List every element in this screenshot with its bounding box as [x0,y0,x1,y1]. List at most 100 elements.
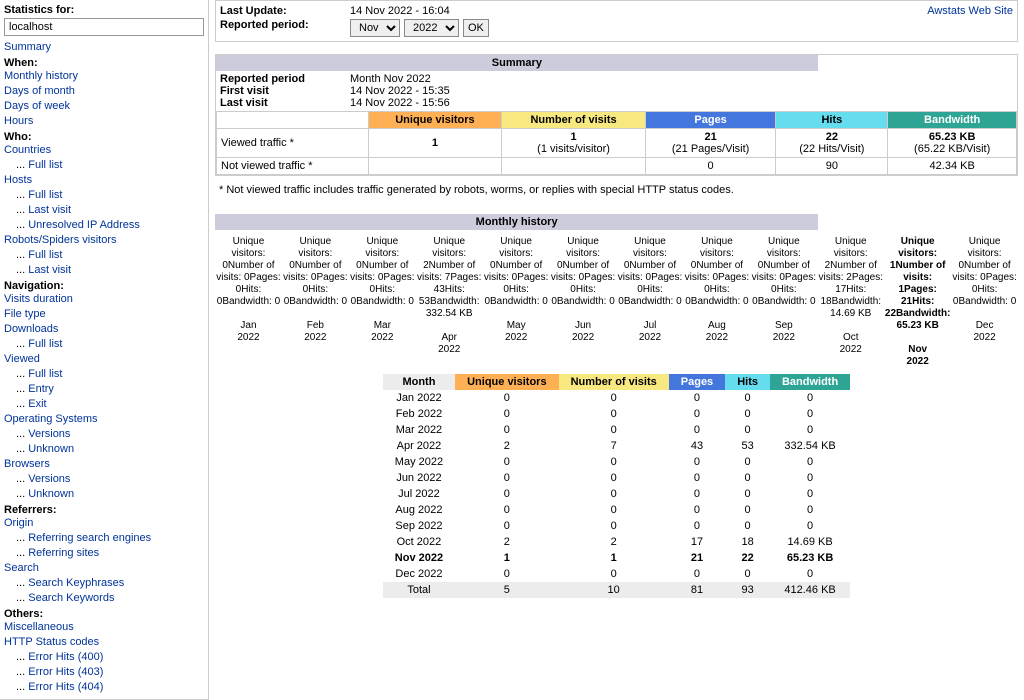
mt-total-row: Total 5 10 81 93 412.46 KB [383,582,850,598]
mt-hdr-pg: Pages [669,374,725,390]
sidebar-item-search-keyphrases[interactable]: Search Keyphrases [28,577,124,589]
sidebar-item-robots-full[interactable]: Full list [28,249,62,261]
month-col: Unique visitors: 0Number of visits: 0Pag… [951,236,1018,368]
sidebar-item-ref-sites[interactable]: Referring sites [28,547,99,559]
sidebar-item-misc[interactable]: Miscellaneous [4,621,74,633]
summary-last-visit-label: Last visit [220,97,350,109]
table-row: Nov 202211212265.23 KB [383,550,850,566]
month-col: Unique visitors: 2Number of visits: 2Pag… [817,236,884,368]
other-header: Others: [4,608,204,620]
month-col: Unique visitors: 0Number of visits: 0Pag… [483,236,550,368]
mt-hdr-month: Month [383,374,455,390]
sidebar-item-err-403[interactable]: Error Hits (403) [28,666,103,678]
sidebar-item-hosts-lastvisit[interactable]: Last visit [28,204,71,216]
when-header: When: [4,57,204,69]
month-col: Unique visitors: 1Number of visits: 1Pag… [884,236,951,368]
sidebar-item-http-status[interactable]: HTTP Status codes [4,636,99,648]
table-row: Oct 202222171814.69 KB [383,534,850,550]
sidebar-item-os[interactable]: Operating Systems [4,413,98,425]
mt-hdr-ht: Hits [725,374,770,390]
awstats-web-site-link[interactable]: Awstats Web Site [927,5,1013,17]
month-col: Unique visitors: 0Number of visits: 0Pag… [550,236,617,368]
table-row: Aug 202200000 [383,502,850,518]
sidebar-item-hosts-full[interactable]: Full list [28,189,62,201]
sidebar-item-browsers[interactable]: Browsers [4,458,50,470]
month-col: Unique visitors: 0Number of visits: 0Pag… [750,236,817,368]
sidebar-item-ref-engines[interactable]: Referring search engines [28,532,151,544]
sidebar-item-file-type[interactable]: File type [4,308,46,320]
year-select[interactable]: 2022 [404,19,459,37]
month-col: Unique visitors: 0Number of visits: 0Pag… [617,236,684,368]
sidebar-item-browsers-unknown[interactable]: Unknown [28,488,74,500]
monthly-table: Month Unique visitors Number of visits P… [383,374,850,598]
month-select[interactable]: Nov [350,19,400,37]
hdr-bandwidth: Bandwidth [888,112,1017,129]
sidebar-item-search-keywords[interactable]: Search Keywords [28,592,114,604]
sidebar-item-viewed[interactable]: Viewed [4,353,40,365]
month-col: Unique visitors: 0Number of visits: 0Pag… [282,236,349,368]
host-value: localhost [4,18,204,36]
mt-hdr-bw: Bandwidth [770,374,850,390]
month-col: Unique visitors: 0Number of visits: 0Pag… [215,236,282,368]
month-col: Unique visitors: 0Number of visits: 0Pag… [349,236,416,368]
sidebar-item-robots-lastvisit[interactable]: Last visit [28,264,71,276]
sidebar-item-downloads[interactable]: Downloads [4,323,58,335]
sidebar-item-os-unknown[interactable]: Unknown [28,443,74,455]
monthly-band: Unique visitors: 0Number of visits: 0Pag… [215,236,1018,368]
sidebar-item-origin[interactable]: Origin [4,517,33,529]
ok-button[interactable] [463,19,489,37]
sidebar-item-browsers-versions[interactable]: Versions [28,473,70,485]
sidebar-item-countries-full[interactable]: Full list [28,159,62,171]
month-col: Unique visitors: 2Number of visits: 7Pag… [416,236,483,368]
sidebar-item-err-400[interactable]: Error Hits (400) [28,651,103,663]
sidebar-item-visits-duration[interactable]: Visits duration [4,293,73,305]
monthly-section: Monthly history Unique visitors: 0Number… [215,214,1018,598]
hdr-unique-visitors: Unique visitors [368,112,502,129]
sidebar-item-err-404[interactable]: Error Hits (404) [28,681,103,693]
ref-header: Referrers: [4,504,204,516]
sidebar-item-search[interactable]: Search [4,562,39,574]
sidebar-item-downloads-full[interactable]: Full list [28,338,62,350]
table-row: Dec 202200000 [383,566,850,582]
summary-first-visit-label: First visit [220,85,350,97]
sidebar-item-viewed-exit[interactable]: Exit [28,398,46,410]
reported-period-label: Reported period: [220,19,350,37]
sidebar-item-days-of-week[interactable]: Days of week [4,100,70,112]
top-box: Last Update: 14 Nov 2022 - 16:04 Reporte… [215,0,1018,42]
summary-title: Summary [216,55,818,71]
mt-hdr-nv: Number of visits [559,374,669,390]
sidebar-item-days-of-month[interactable]: Days of month [4,85,75,97]
summary-table: Unique visitors Number of visits Pages H… [216,111,1017,175]
table-row: Jun 202200000 [383,470,850,486]
sidebar-item-monthly-history[interactable]: Monthly history [4,70,78,82]
table-row: Jul 202200000 [383,486,850,502]
not-viewed-traffic-row: Not viewed traffic * 0 90 42.34 KB [217,158,1017,175]
summary-footnote: * Not viewed traffic includes traffic ge… [215,180,1018,200]
last-update-label: Last Update: [220,5,350,17]
sidebar-item-hosts[interactable]: Hosts [4,174,32,186]
sidebar-item-summary[interactable]: Summary [4,41,51,53]
hdr-pages: Pages [645,112,775,129]
table-row: Sep 202200000 [383,518,850,534]
sidebar: Statistics for: localhost Summary When: … [0,0,209,700]
table-row: Jan 202200000 [383,390,850,406]
sidebar-item-countries[interactable]: Countries [4,144,51,156]
viewed-traffic-row: Viewed traffic * 1 1(1 visits/visitor) 2… [217,129,1017,158]
sidebar-item-viewed-full[interactable]: Full list [28,368,62,380]
monthly-title: Monthly history [215,214,818,230]
hdr-number-of-visits: Number of visits [502,112,646,129]
table-row: Feb 202200000 [383,406,850,422]
main-content: Last Update: 14 Nov 2022 - 16:04 Reporte… [209,0,1024,700]
mt-hdr-uv: Unique visitors [455,374,558,390]
summary-reported-value: Month Nov 2022 [350,73,431,85]
sidebar-item-unresolved-ip[interactable]: Unresolved IP Address [28,219,140,231]
sidebar-item-hours[interactable]: Hours [4,115,33,127]
sidebar-item-os-versions[interactable]: Versions [28,428,70,440]
sidebar-item-viewed-entry[interactable]: Entry [28,383,54,395]
stats-for-label: Statistics for: [4,4,204,16]
sidebar-item-robots[interactable]: Robots/Spiders visitors [4,234,117,246]
nav-header: Navigation: [4,280,204,292]
summary-reported-label: Reported period [220,73,350,85]
table-row: Apr 2022274353332.54 KB [383,438,850,454]
who-header: Who: [4,131,204,143]
